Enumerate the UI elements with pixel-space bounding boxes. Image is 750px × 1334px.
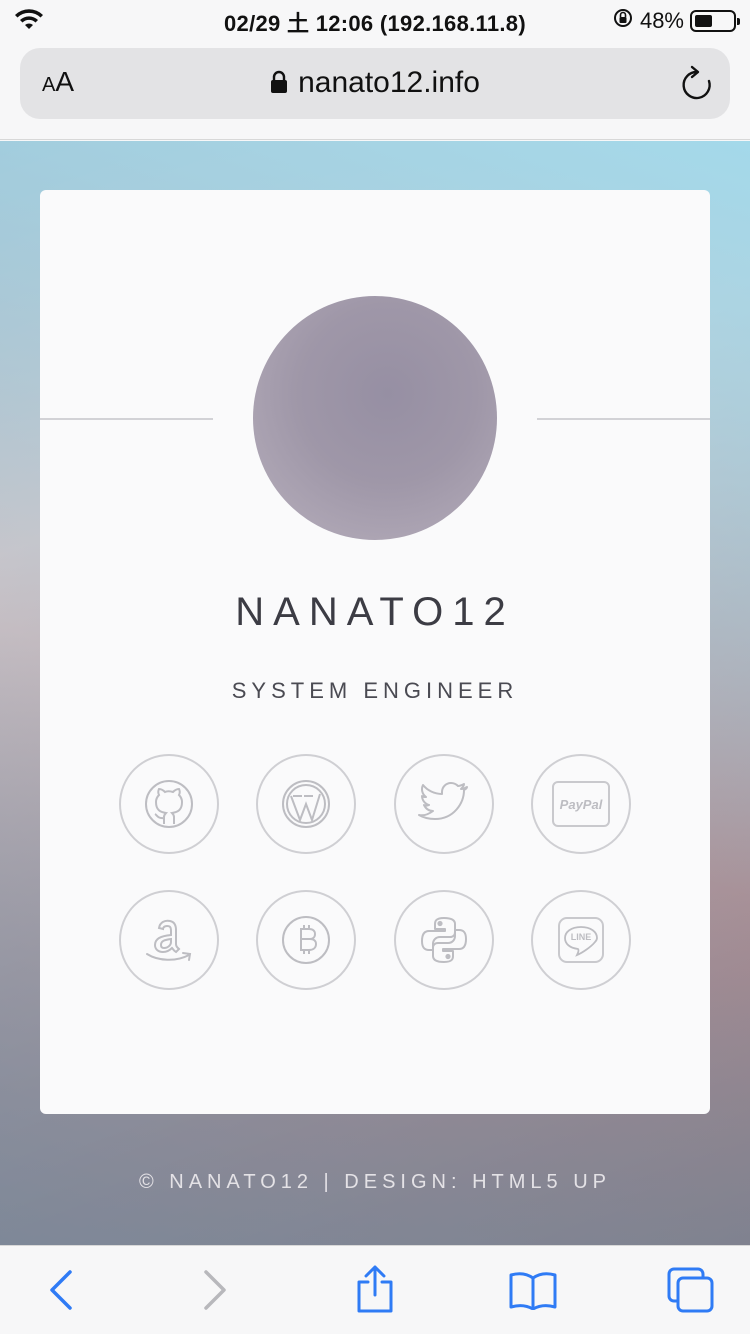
github-icon (143, 778, 195, 830)
forward-icon (200, 1270, 230, 1316)
paypal-link[interactable]: PayPal (531, 754, 631, 854)
profile-name: NANATO12 (235, 590, 515, 634)
bitcoin-icon (280, 914, 332, 966)
page-background: NANATO12 SYSTEM ENGINEER PayPal LINE © N… (0, 141, 750, 1245)
back-icon (46, 1270, 76, 1316)
url-display[interactable]: nanato12.info (20, 66, 730, 102)
tabs-button[interactable] (666, 1266, 716, 1319)
address-bar[interactable]: AA nanato12.info (20, 48, 730, 119)
divider-right (537, 418, 710, 420)
amazon-link[interactable] (119, 890, 219, 990)
amazon-icon (141, 914, 197, 966)
bitcoin-link[interactable] (256, 890, 356, 990)
battery-icon (690, 10, 740, 32)
github-link[interactable] (119, 754, 219, 854)
line-icon: LINE (558, 917, 604, 963)
url-text: nanato12.info (298, 66, 480, 99)
twitter-icon (418, 782, 470, 826)
tabs-icon (666, 1267, 716, 1318)
profile-card: NANATO12 SYSTEM ENGINEER PayPal LINE (40, 190, 710, 1114)
browser-toolbar (0, 1245, 750, 1334)
browser-address-area: AA nanato12.info (0, 40, 750, 140)
python-icon (419, 915, 469, 965)
reload-icon[interactable] (680, 64, 714, 107)
twitter-link[interactable] (394, 754, 494, 854)
bookmarks-icon (508, 1272, 558, 1314)
forward-button[interactable] (200, 1268, 230, 1317)
python-link[interactable] (394, 890, 494, 990)
back-button[interactable] (46, 1268, 76, 1317)
line-label: LINE (570, 932, 592, 942)
line-link[interactable]: LINE (531, 890, 631, 990)
profile-role: SYSTEM ENGINEER (231, 678, 519, 703)
wordpress-icon (280, 778, 332, 830)
paypal-label: PayPal (559, 796, 603, 812)
status-bar: 02/29 土 12:06 (192.168.11.8) 48% (0, 0, 750, 40)
wordpress-link[interactable] (256, 754, 356, 854)
divider-left (40, 418, 213, 420)
share-icon (354, 1265, 396, 1318)
lock-icon (270, 68, 288, 102)
bookmarks-button[interactable] (508, 1270, 558, 1315)
orientation-lock-icon (612, 7, 634, 35)
battery-percentage: 48% (639, 8, 684, 33)
share-button[interactable] (354, 1264, 396, 1319)
avatar (253, 296, 497, 540)
page-footer: © NANATO12 | DESIGN: HTML5 UP (138, 1171, 612, 1193)
paypal-icon: PayPal (552, 781, 610, 827)
